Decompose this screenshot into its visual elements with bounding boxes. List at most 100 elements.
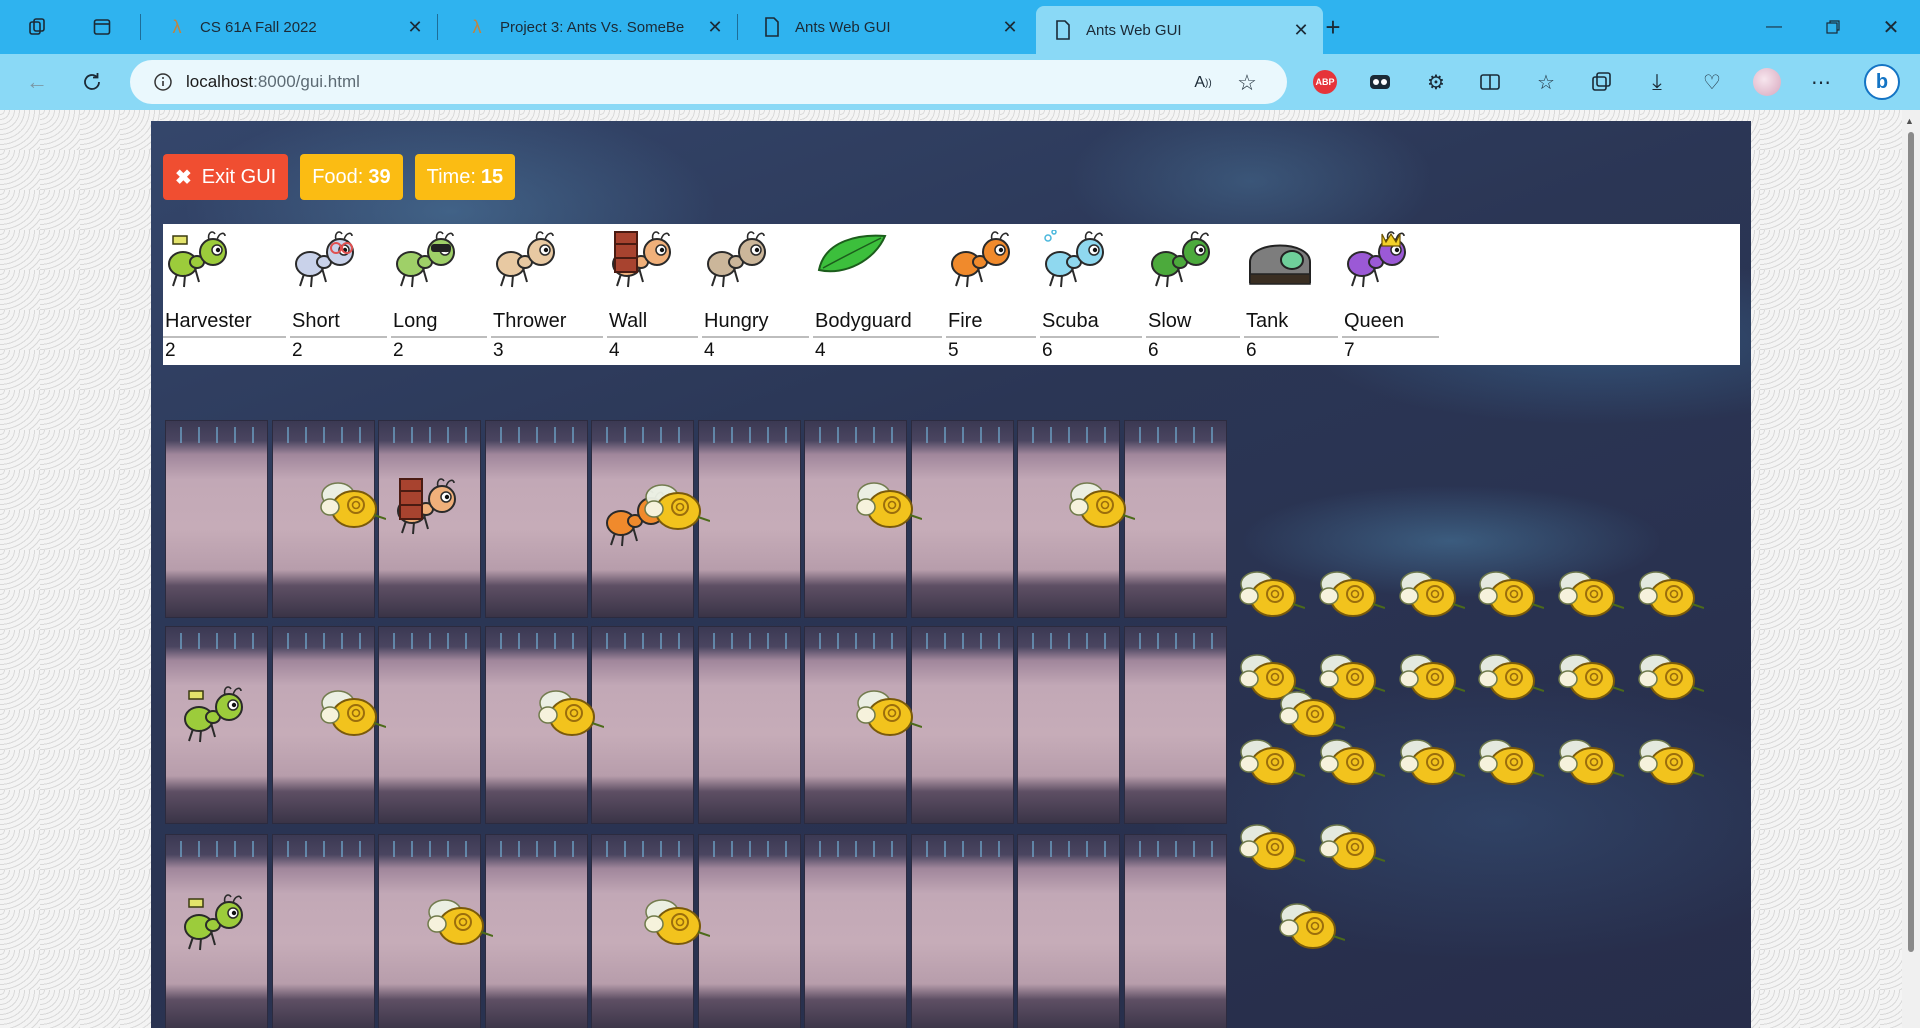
ant-card-harvester[interactable]: Harvester 2	[163, 224, 290, 365]
tunnel-tile-r2-c7[interactable]	[911, 834, 1014, 1028]
adblock-plus-icon[interactable]: ABP	[1309, 66, 1341, 98]
queen-ant-icon	[1344, 230, 1416, 294]
ant-card-tank[interactable]: Tank 6	[1244, 224, 1342, 365]
tab-ants-gui-active[interactable]: Ants Web GUI ✕	[1036, 6, 1323, 54]
profile-avatar[interactable]	[1751, 66, 1783, 98]
tunnel-tile-r2-c8[interactable]	[1017, 834, 1120, 1028]
tunnel-tile-r1-c9[interactable]	[1124, 626, 1227, 824]
tunnel-tile-r1-c5[interactable]	[698, 626, 801, 824]
more-options-icon[interactable]: ⋯	[1805, 66, 1837, 98]
tunnel-tile-r2-c6[interactable]	[804, 834, 907, 1028]
ant-cost: 2	[165, 340, 176, 361]
tunnel-tile-r2-c9[interactable]	[1124, 834, 1227, 1028]
extension-mask-icon[interactable]	[1364, 66, 1396, 98]
ant-name: Harvester	[165, 310, 252, 332]
lambda-icon: λ	[472, 16, 482, 37]
divider	[1244, 336, 1338, 338]
ant-name: Hungry	[704, 310, 769, 332]
url-path: :8000/gui.html	[253, 72, 360, 91]
divider	[290, 336, 387, 338]
tunnel-tile-r1-c7[interactable]	[911, 626, 1014, 824]
ant-card-hungry[interactable]: Hungry 4	[702, 224, 813, 365]
collections-icon[interactable]	[1585, 66, 1617, 98]
tunnel-tile-r1-c8[interactable]	[1017, 626, 1120, 824]
exit-gui-button[interactable]: ✖ Exit GUI	[163, 154, 289, 200]
downloads-icon[interactable]: ⤓	[1641, 66, 1673, 98]
minimize-icon[interactable]: —	[1751, 0, 1797, 54]
lambda-icon: λ	[172, 16, 182, 37]
tunnel-tile-r0-c7[interactable]	[911, 420, 1014, 618]
ant-card-wall[interactable]: Wall 4	[607, 224, 702, 365]
ant-cost: 2	[393, 340, 404, 361]
ant-card-bodyguard[interactable]: Bodyguard 4	[813, 224, 946, 365]
bee	[1634, 566, 1705, 626]
ant-card-slow[interactable]: Slow 6	[1146, 224, 1244, 365]
bee	[316, 685, 387, 745]
ant-card-long[interactable]: Long 2	[391, 224, 491, 365]
ant-card-short[interactable]: Short 2	[290, 224, 391, 365]
workspaces-icon[interactable]	[19, 10, 55, 44]
scuba-ant-icon	[1042, 229, 1114, 294]
bee	[640, 479, 711, 539]
tab-cs61a[interactable]: λ CS 61A Fall 2022 ✕	[150, 6, 437, 48]
refresh-icon[interactable]	[74, 64, 110, 100]
tunnel-tile-r0-c3[interactable]	[485, 420, 588, 618]
bee	[1315, 566, 1386, 626]
tab-project3[interactable]: λ Project 3: Ants Vs. SomeBe ✕	[450, 6, 737, 48]
fire-ant-icon	[948, 230, 1020, 294]
extensions-puzzle-icon[interactable]: ⚙	[1420, 66, 1452, 98]
bee	[1554, 566, 1625, 626]
tunnel-tile-r1-c4[interactable]	[591, 626, 694, 824]
bee	[1235, 566, 1306, 626]
tab-ants-gui-1[interactable]: Ants Web GUI ✕	[745, 6, 1032, 48]
ant-card-fire[interactable]: Fire 5	[946, 224, 1040, 365]
scrollbar-thumb[interactable]	[1908, 132, 1914, 952]
wall-ant	[394, 477, 464, 537]
tunnel-tile-r0-c5[interactable]	[698, 420, 801, 618]
favorites-icon[interactable]: ☆	[1530, 66, 1562, 98]
divider	[163, 336, 286, 338]
close-tab-icon[interactable]: ✕	[996, 13, 1024, 41]
site-info-icon[interactable]	[152, 71, 174, 93]
bee	[640, 894, 711, 954]
favorite-star-icon[interactable]: ☆	[1234, 70, 1260, 96]
read-aloud-icon[interactable]: A))	[1190, 70, 1216, 96]
close-tab-icon[interactable]: ✕	[701, 13, 729, 41]
divider	[813, 336, 942, 338]
tunnel-tile-r1-c2[interactable]	[378, 626, 481, 824]
bee	[1235, 734, 1306, 794]
split-screen-icon[interactable]	[1474, 66, 1506, 98]
time-label: Time:	[426, 165, 476, 188]
bing-copilot-icon[interactable]: b	[1862, 62, 1902, 102]
ant-card-scuba[interactable]: Scuba 6	[1040, 224, 1146, 365]
tunnel-tile-r2-c5[interactable]	[698, 834, 801, 1028]
close-window-icon[interactable]: ✕	[1868, 0, 1914, 54]
restore-icon[interactable]	[1810, 0, 1856, 54]
new-tab-icon[interactable]: +	[1315, 10, 1351, 44]
bee	[1554, 734, 1625, 794]
scroll-up-icon[interactable]: ▲	[1905, 116, 1914, 126]
bee	[1474, 566, 1545, 626]
close-tab-icon[interactable]: ✕	[401, 13, 429, 41]
close-tab-icon[interactable]: ✕	[1287, 16, 1315, 44]
tunnel-tile-r0-c9[interactable]	[1124, 420, 1227, 618]
page-scrollbar[interactable]: ▲	[1902, 110, 1920, 1028]
browser-essentials-icon[interactable]: ♡	[1696, 66, 1728, 98]
tunnel-tile-r2-c1[interactable]	[272, 834, 375, 1028]
ant-name: Fire	[948, 310, 983, 332]
bee	[1065, 477, 1136, 537]
exit-gui-label: Exit GUI	[201, 165, 277, 188]
ant-card-queen[interactable]: Queen 7	[1342, 224, 1443, 365]
back-icon[interactable]: ←	[19, 64, 55, 100]
tab-title: Project 3: Ants Vs. SomeBe	[500, 18, 685, 36]
divider	[1040, 336, 1142, 338]
tunnel-tile-r2-c3[interactable]	[485, 834, 588, 1028]
address-bar[interactable]: localhost:8000/gui.html A)) ☆	[130, 60, 1287, 104]
bee	[1275, 898, 1346, 958]
ant-card-thrower[interactable]: Thrower 3	[491, 224, 607, 365]
tab-actions-icon[interactable]	[84, 10, 120, 44]
bee	[423, 894, 494, 954]
ant-cost: 6	[1148, 340, 1159, 361]
tunnel-tile-r0-c0[interactable]	[165, 420, 268, 618]
url-host: localhost	[186, 72, 254, 91]
